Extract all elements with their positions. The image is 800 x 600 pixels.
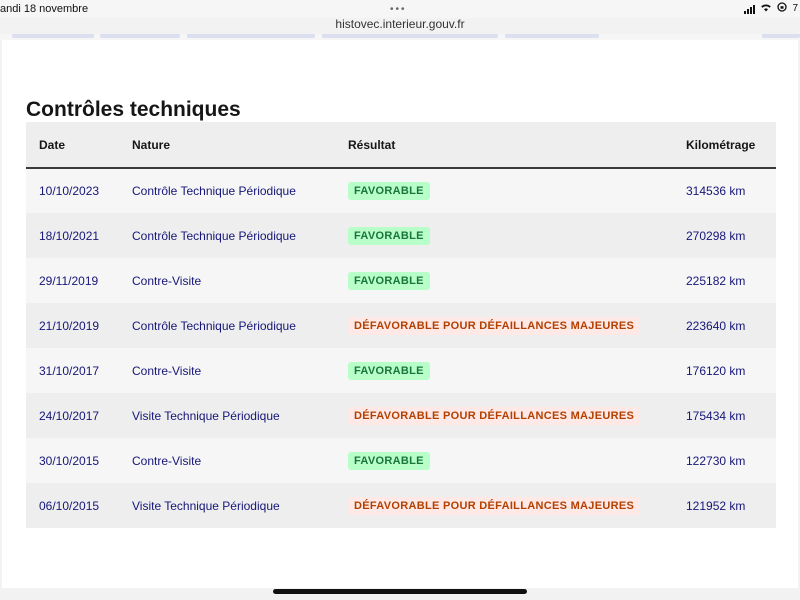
cell-nature: Contre-Visite (132, 273, 202, 288)
cell-mileage: 223640 km (686, 318, 746, 333)
more-dots-icon[interactable]: ••• (390, 4, 407, 15)
browser-address-bar[interactable]: ••• histovec.interieur.gouv.fr (0, 0, 800, 36)
cell-nature: Contrôle Technique Périodique (132, 184, 296, 198)
home-indicator[interactable] (273, 589, 527, 594)
cell-nature: Contre-Visite (132, 453, 202, 468)
table-header-row: Date Nature Résultat Kilométrage (26, 122, 776, 168)
cell-mileage: 122730 km (686, 453, 746, 468)
cell-nature: Visite Technique Périodique (132, 408, 280, 423)
cell-mileage: 176120 km (686, 363, 746, 378)
cell-nature: Visite Technique Périodique (132, 498, 280, 513)
technical-inspections-table: Date Nature Résultat Kilométrage 10/10/2… (26, 122, 776, 528)
result-badge: DÉFAVORABLE POUR DÉFAILLANCES MAJEURES (348, 406, 641, 425)
cell-date: 24/10/2017 (39, 408, 100, 423)
cell-date: 21/10/2019 (39, 318, 100, 333)
cell-mileage: 121952 km (686, 498, 746, 513)
header-nature: Nature (132, 137, 171, 152)
table-row: 30/10/2015 Contre-Visite FAVORABLE 12273… (26, 438, 776, 483)
header-result: Résultat (348, 137, 396, 152)
table-row: 24/10/2017 Visite Technique Périodique D… (26, 393, 776, 438)
result-badge: FAVORABLE (348, 451, 430, 470)
result-badge: DÉFAVORABLE POUR DÉFAILLANCES MAJEURES (348, 496, 641, 515)
table-row: 29/11/2019 Contre-Visite FAVORABLE 22518… (26, 258, 776, 303)
cell-date: 06/10/2015 (39, 498, 100, 513)
cell-mileage: 270298 km (686, 228, 746, 243)
cell-nature: Contrôle Technique Périodique (132, 228, 296, 243)
page-content: Contrôles techniques Date Nature Résulta… (2, 40, 798, 588)
cell-mileage: 225182 km (686, 273, 746, 288)
cell-mileage: 314536 km (686, 184, 746, 198)
cell-date: 10/10/2023 (39, 184, 100, 198)
table-row: 10/10/2023 Contrôle Technique Périodique… (26, 168, 776, 213)
cell-date: 31/10/2017 (39, 363, 100, 378)
table-row: 21/10/2019 Contrôle Technique Périodique… (26, 303, 776, 348)
table-row: 18/10/2021 Contrôle Technique Périodique… (26, 213, 776, 258)
result-badge: FAVORABLE (348, 182, 430, 200)
cell-nature: Contrôle Technique Périodique (132, 318, 296, 333)
table-row: 31/10/2017 Contre-Visite FAVORABLE 17612… (26, 348, 776, 393)
header-date: Date (39, 137, 66, 152)
cell-nature: Contre-Visite (132, 363, 202, 378)
result-badge: FAVORABLE (348, 226, 430, 245)
header-mileage: Kilométrage (686, 137, 756, 152)
cell-date: 29/11/2019 (39, 273, 99, 288)
table-row: 06/10/2015 Visite Technique Périodique D… (26, 483, 776, 528)
url-text[interactable]: histovec.interieur.gouv.fr (0, 17, 800, 31)
result-badge: DÉFAVORABLE POUR DÉFAILLANCES MAJEURES (348, 316, 641, 335)
cell-mileage: 175434 km (686, 408, 746, 423)
result-badge: FAVORABLE (348, 361, 430, 380)
result-badge: FAVORABLE (348, 271, 430, 290)
cell-date: 30/10/2015 (39, 453, 100, 468)
cell-date: 18/10/2021 (39, 228, 100, 243)
section-title: Contrôles techniques (26, 98, 241, 121)
